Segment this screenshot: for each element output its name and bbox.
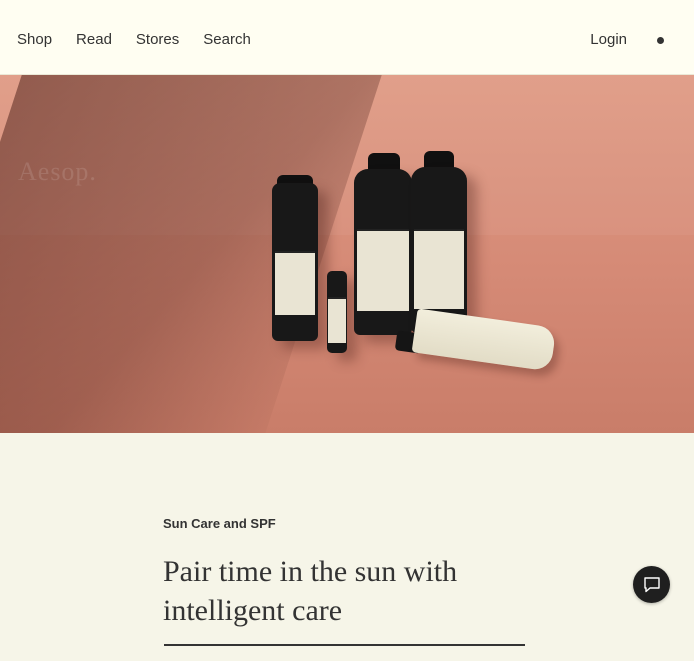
- section-eyebrow: Sun Care and SPF: [163, 516, 276, 531]
- hero-brand-watermark: Aesop.: [18, 157, 97, 186]
- dot-icon[interactable]: [657, 36, 664, 44]
- title-divider: [164, 644, 525, 646]
- nav-search-link[interactable]: Search: [203, 31, 251, 49]
- product-tube: [411, 308, 557, 372]
- site-header: Shop Read Stores Search Login: [0, 0, 694, 75]
- nav-shop-link[interactable]: Shop: [17, 31, 52, 49]
- chat-bubble-icon: [643, 576, 660, 592]
- account-nav: Login: [590, 31, 664, 49]
- chat-button[interactable]: [633, 566, 670, 603]
- hero-image: Aesop.: [0, 75, 694, 433]
- product-lip-balm: [327, 271, 347, 353]
- product-bottle-lotion: [354, 169, 412, 335]
- nav-read-link[interactable]: Read: [76, 31, 112, 49]
- product-bottle-serum: [272, 183, 318, 341]
- hero-shadow: [0, 75, 389, 433]
- primary-nav: Shop Read Stores Search: [17, 31, 251, 49]
- nav-stores-link[interactable]: Stores: [136, 31, 179, 49]
- login-link[interactable]: Login: [590, 31, 627, 49]
- section-title: Pair time in the sun with intelligent ca…: [163, 555, 458, 627]
